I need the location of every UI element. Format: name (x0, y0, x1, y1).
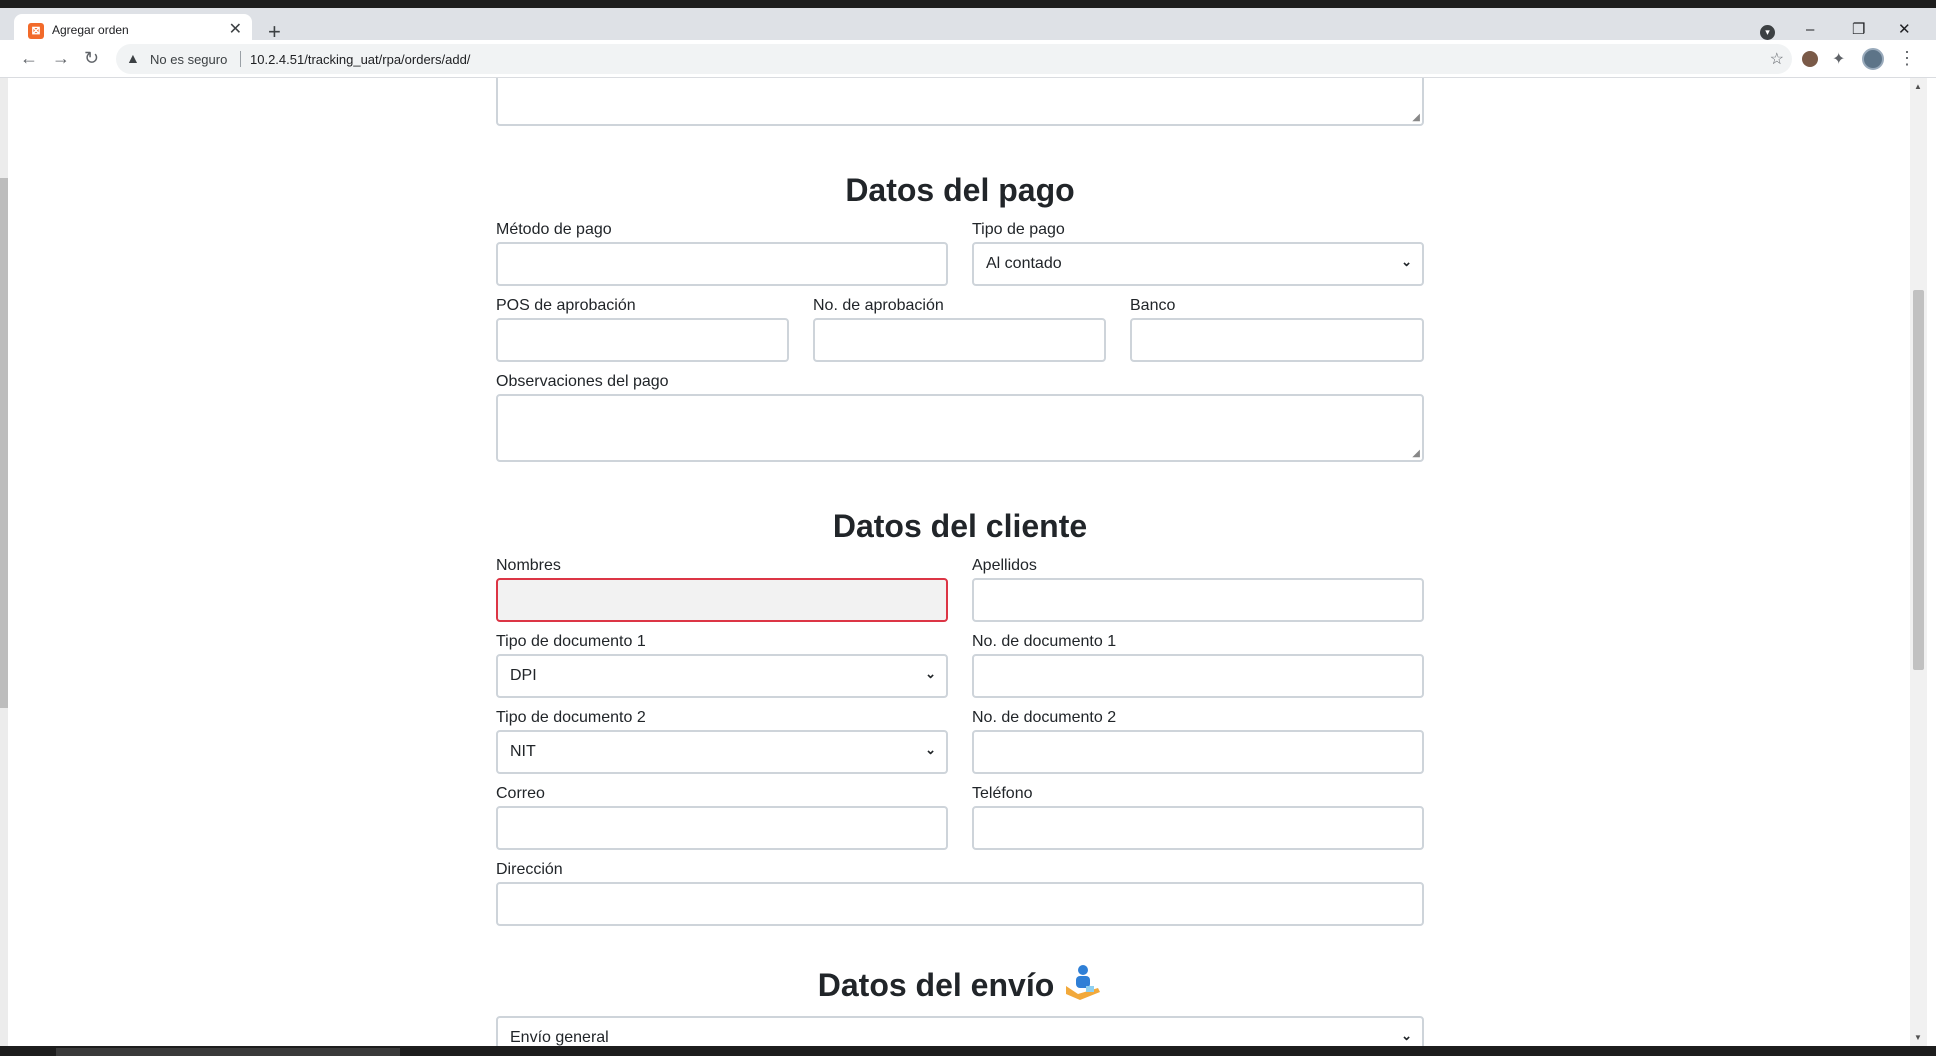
shipping-type-value: Envío general (510, 1029, 609, 1046)
bookmark-star-icon[interactable]: ☆ (1770, 49, 1784, 69)
security-status[interactable]: No es seguro (150, 52, 227, 67)
extensions-puzzle-icon[interactable]: ✦ (1832, 49, 1845, 69)
doc-type-2-label: Tipo de documento 2 (496, 709, 646, 726)
address-input[interactable] (496, 882, 1424, 926)
warning-icon[interactable]: ▲ (126, 50, 140, 66)
payment-type-value: Al contado (986, 255, 1062, 272)
scroll-up-arrow-icon[interactable]: ▲ (1914, 82, 1922, 91)
payment-notes-label: Observaciones del pago (496, 373, 669, 390)
minimize-button[interactable]: – (1806, 20, 1814, 40)
address-label: Dirección (496, 861, 563, 878)
pos-approval-label: POS de aprobación (496, 297, 636, 314)
restore-button[interactable]: ❐ (1852, 20, 1865, 40)
vertical-scrollbar[interactable]: ▲ ▼ (1910, 78, 1927, 1046)
chevron-down-icon: ⌄ (925, 742, 936, 757)
client-section-heading: Datos del cliente (832, 508, 1088, 544)
doc-number-1-input[interactable] (972, 654, 1424, 698)
approval-number-input[interactable] (813, 318, 1106, 362)
address-bar[interactable]: ▲ No es seguro 10.2.4.51/tracking_uat/rp… (116, 44, 1792, 74)
first-names-input[interactable] (496, 578, 948, 622)
phone-label: Teléfono (972, 785, 1033, 802)
last-names-input[interactable] (972, 578, 1424, 622)
back-arrow-icon[interactable]: ← (20, 48, 38, 68)
taskbar-segment (56, 1048, 400, 1056)
url-text[interactable]: 10.2.4.51/tracking_uat/rpa/orders/add/ (250, 52, 470, 67)
approval-number-label: No. de aprobación (813, 297, 944, 314)
browser-toolbar: ← → ↻ ▲ No es seguro 10.2.4.51/tracking_… (0, 40, 1936, 78)
browser-tab-bar: ⊠ Agregar orden ✕ + ▾ – ❐ ✕ (0, 8, 1936, 48)
tab-title: Agregar orden (52, 23, 129, 37)
tab-search-icon[interactable]: ▾ (1760, 25, 1775, 40)
payment-type-select[interactable]: Al contado ⌄ (972, 242, 1424, 286)
doc-number-2-input[interactable] (972, 730, 1424, 774)
reload-icon[interactable]: ↻ (84, 48, 99, 68)
extension-icon[interactable] (1802, 51, 1818, 67)
payment-method-label: Método de pago (496, 221, 612, 238)
doc-type-2-value: NIT (510, 743, 536, 760)
scroll-down-arrow-icon[interactable]: ▼ (1914, 1033, 1922, 1042)
forward-arrow-icon[interactable]: → (52, 48, 70, 68)
chevron-down-icon: ⌄ (925, 666, 936, 681)
pos-approval-input[interactable] (496, 318, 789, 362)
payment-method-input[interactable] (496, 242, 948, 286)
previous-textarea[interactable]: ◢ (496, 78, 1424, 126)
first-names-label: Nombres (496, 557, 561, 574)
shipping-type-select[interactable]: Envío general ⌄ (496, 1016, 1424, 1046)
os-taskbar-strip (0, 1046, 1936, 1056)
os-top-strip (0, 0, 1936, 8)
resize-grip-icon[interactable]: ◢ (1412, 113, 1420, 123)
doc-type-1-value: DPI (510, 667, 537, 684)
delivery-hand-icon (1064, 964, 1102, 1011)
resize-grip-icon[interactable]: ◢ (1412, 449, 1420, 459)
bank-label: Banco (1130, 297, 1176, 314)
xampp-icon: ⊠ (28, 23, 44, 39)
address-separator (240, 51, 241, 67)
profile-avatar[interactable] (1862, 48, 1884, 70)
doc-number-1-label: No. de documento 1 (972, 633, 1117, 650)
email-label: Correo (496, 785, 545, 802)
payment-section-heading: Datos del pago (845, 172, 1075, 208)
doc-type-1-select[interactable]: DPI ⌄ (496, 654, 948, 698)
bank-input[interactable] (1130, 318, 1424, 362)
shipping-section-heading: Datos del envío (496, 964, 1424, 1011)
shipping-heading-text: Datos del envío (817, 967, 1055, 1003)
last-names-label: Apellidos (972, 557, 1037, 574)
doc-number-2-label: No. de documento 2 (972, 709, 1117, 726)
browser-menu-icon[interactable]: ⋮ (1898, 48, 1916, 68)
chevron-down-icon: ⌄ (1401, 254, 1412, 269)
doc-type-2-select[interactable]: NIT ⌄ (496, 730, 948, 774)
scrollbar-thumb[interactable] (1913, 290, 1924, 670)
phone-input[interactable] (972, 806, 1424, 850)
payment-type-label: Tipo de pago (972, 221, 1065, 238)
close-window-button[interactable]: ✕ (1898, 20, 1911, 40)
page-content: ◢ Datos del pago Método de pago Tipo de … (0, 78, 1910, 1046)
doc-type-1-label: Tipo de documento 1 (496, 633, 646, 650)
chevron-down-icon: ⌄ (1401, 1028, 1412, 1043)
email-input[interactable] (496, 806, 948, 850)
tab-close-icon[interactable]: ✕ (229, 20, 242, 40)
payment-notes-textarea[interactable]: ◢ (496, 394, 1424, 462)
